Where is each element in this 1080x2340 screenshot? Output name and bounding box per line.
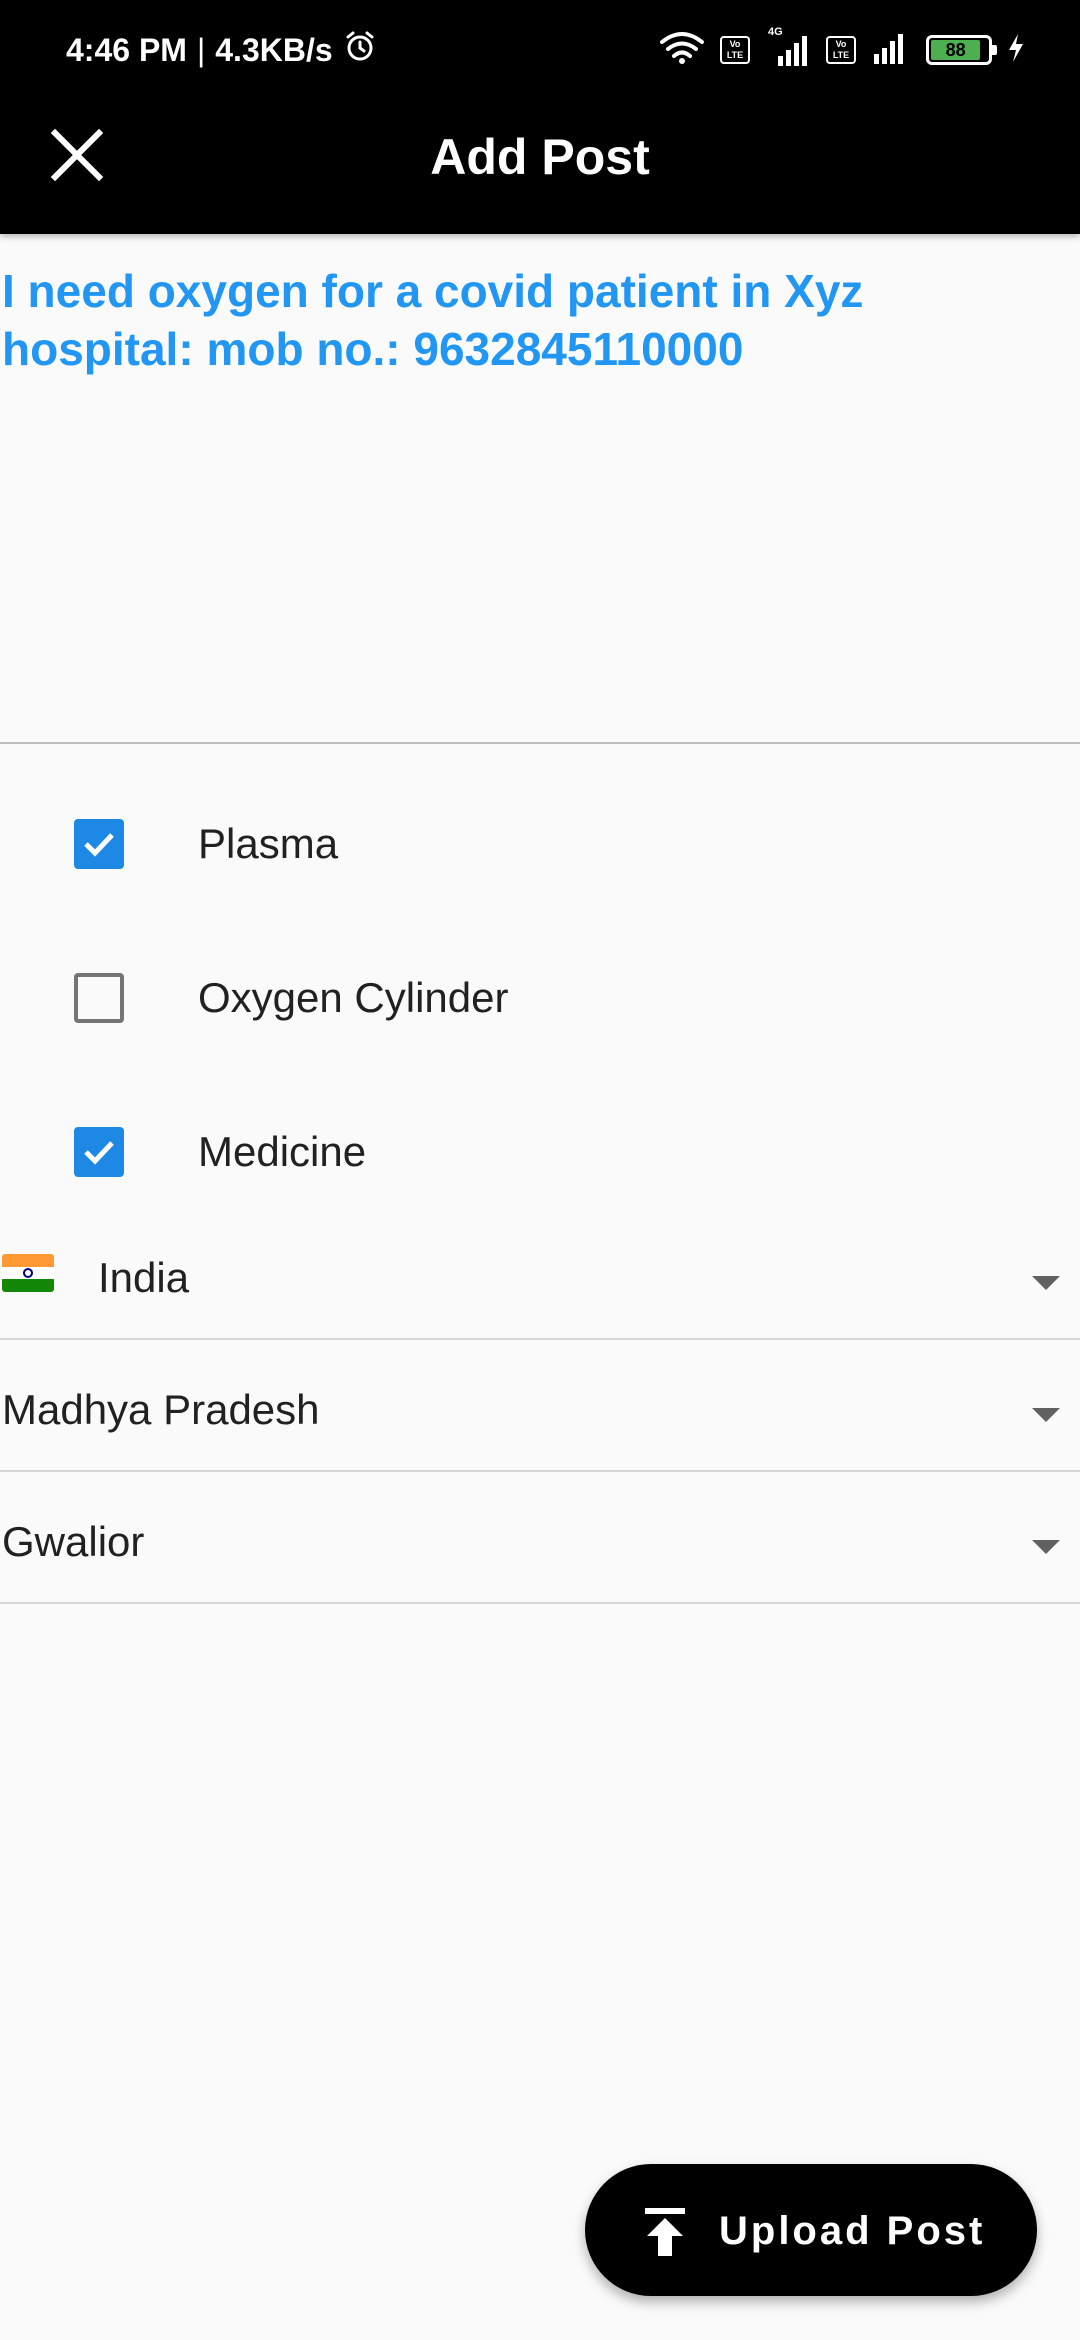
status-speed: 4.3KB/s: [215, 31, 333, 68]
wifi-icon: [658, 30, 706, 71]
status-bar: 4:46 PM | 4.3KB/s Vo LTE 4G Vo LTE 88: [0, 0, 1080, 100]
post-text-line-2: hospital: mob no.: 9632845110000: [2, 323, 744, 375]
option-medicine[interactable]: Medicine: [0, 1102, 1080, 1202]
country-dropdown[interactable]: India: [0, 1208, 1080, 1340]
india-flag-icon: [2, 1254, 54, 1292]
status-right: Vo LTE 4G Vo LTE 88: [658, 26, 1026, 74]
volte-badge: Vo LTE: [720, 36, 750, 64]
oxygen-cylinder-label: Oxygen Cylinder: [198, 974, 509, 1021]
dropdown-arrow-icon: [1032, 1276, 1060, 1290]
state-value: Madhya Pradesh: [2, 1386, 320, 1433]
upload-post-label: Upload Post: [719, 2209, 986, 2253]
add-post-screen: 4:46 PM | 4.3KB/s Vo LTE 4G Vo LTE 88 Ad…: [0, 0, 1080, 2340]
state-dropdown[interactable]: Madhya Pradesh: [0, 1340, 1080, 1472]
dropdown-arrow-icon: [1032, 1408, 1060, 1422]
page-title: Add Post: [430, 129, 650, 185]
plasma-label: Plasma: [198, 820, 339, 867]
option-oxygen-cylinder[interactable]: Oxygen Cylinder: [0, 948, 1080, 1048]
signal-icon: [870, 30, 912, 71]
charging-icon: [1006, 32, 1026, 69]
alarm-icon: [343, 29, 377, 71]
check-icon: [84, 1141, 114, 1165]
volte-badge-2: Vo LTE: [826, 36, 856, 64]
city-dropdown[interactable]: Gwalior: [0, 1472, 1080, 1604]
signal-4g-icon: 4G: [764, 26, 812, 68]
check-icon: [84, 833, 114, 857]
option-plasma[interactable]: Plasma: [0, 794, 1080, 894]
medicine-label: Medicine: [198, 1128, 367, 1175]
status-time: 4:46 PM: [66, 31, 187, 68]
country-value: India: [98, 1254, 190, 1301]
dropdown-arrow-icon: [1032, 1540, 1060, 1554]
post-text-line-1: I need oxygen for a covid patient in Xyz: [2, 265, 864, 317]
upload-icon: [641, 2206, 689, 2263]
oxygen-cylinder-checkbox[interactable]: [74, 973, 124, 1023]
status-left: 4:46 PM | 4.3KB/s: [66, 28, 377, 72]
app-bar: Add Post: [0, 100, 1080, 234]
plasma-checkbox[interactable]: [74, 819, 124, 869]
battery-icon: 88: [926, 35, 997, 65]
battery-level: 88: [931, 40, 981, 60]
medicine-checkbox[interactable]: [74, 1127, 124, 1177]
city-value: Gwalior: [2, 1518, 145, 1565]
upload-post-button[interactable]: Upload Post: [585, 2164, 1037, 2296]
post-text-input[interactable]: I need oxygen for a covid patient in Xyz…: [0, 262, 1080, 744]
status-separator: |: [196, 31, 206, 68]
